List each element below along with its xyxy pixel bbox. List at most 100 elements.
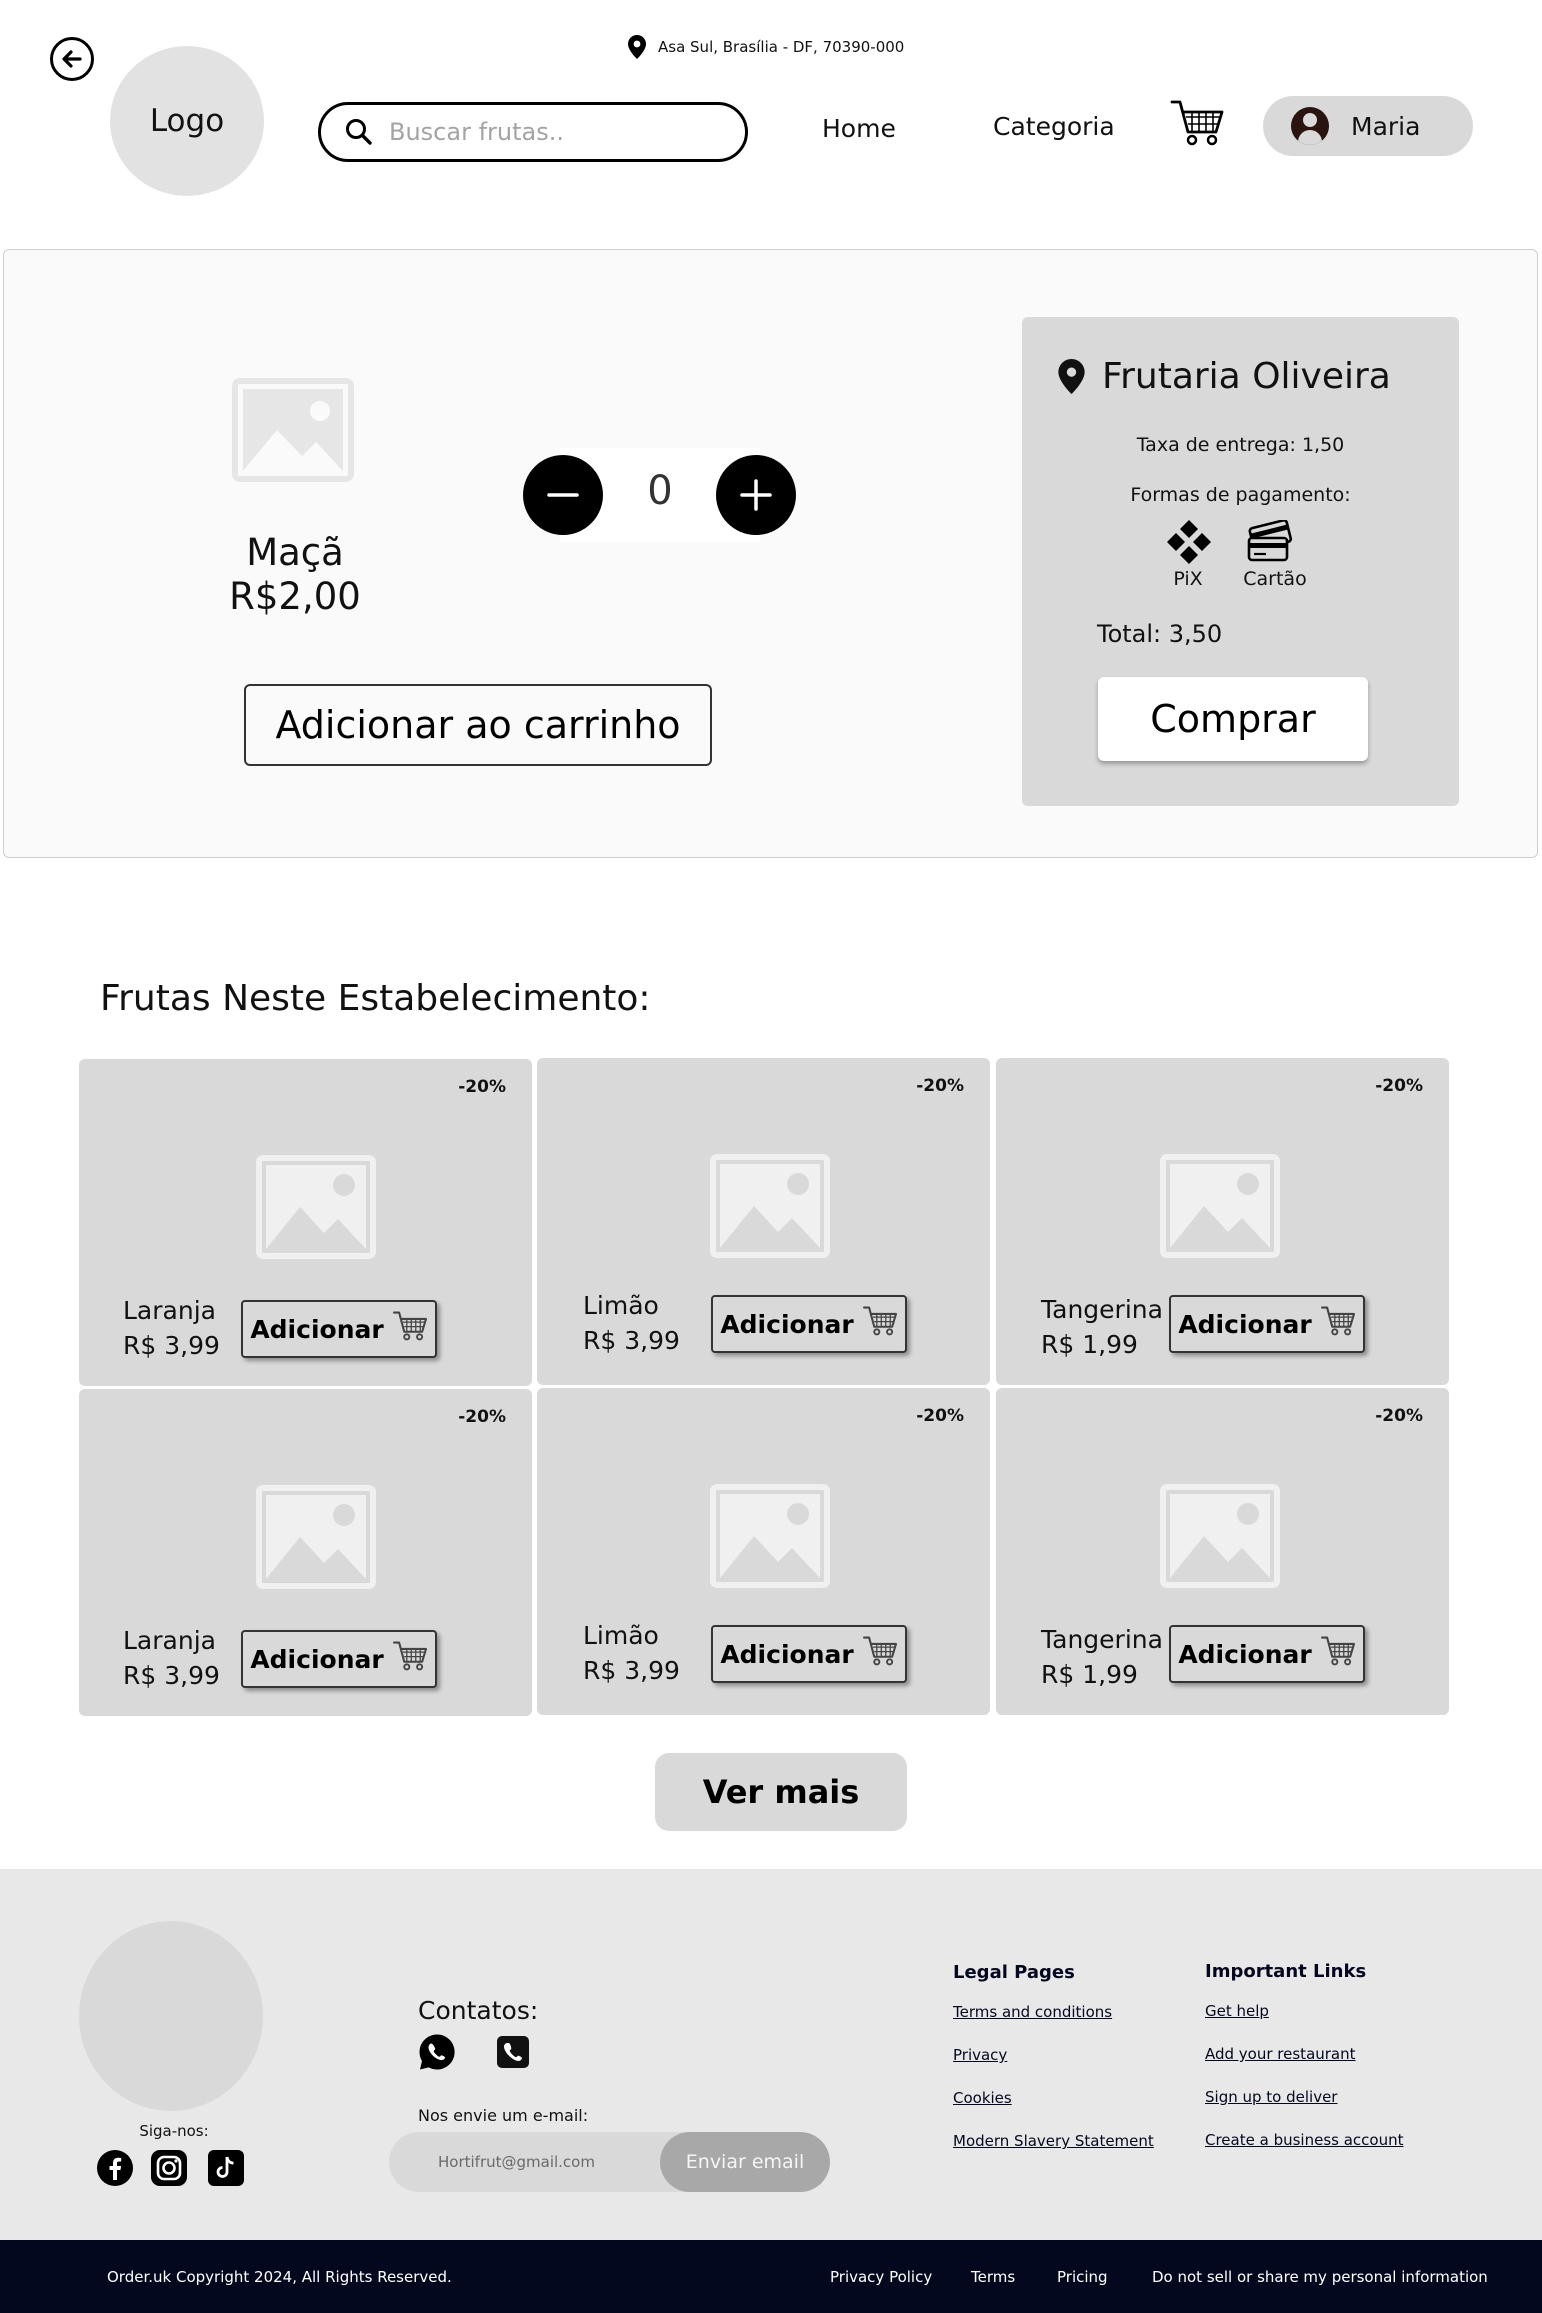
add-fruit-label: Adicionar: [720, 1309, 854, 1339]
discount-badge: -20%: [916, 1076, 964, 1096]
see-more-button[interactable]: Ver mais: [655, 1753, 907, 1831]
fruit-name: Limão: [583, 1291, 659, 1320]
shopping-cart-icon[interactable]: [1170, 98, 1224, 148]
delivery-location: Asa Sul, Brasília - DF, 70390-000: [628, 34, 904, 60]
footer-logo: [79, 1921, 263, 2111]
delivery-fee: Taxa de entrega: 1,50: [1136, 434, 1345, 456]
minus-icon: [547, 493, 579, 497]
fruit-image-placeholder-icon: [1160, 1484, 1280, 1588]
discount-badge: -20%: [1375, 1076, 1423, 1096]
fruit-price: R$ 1,99: [1041, 1330, 1138, 1359]
shopping-cart-icon: [1320, 1635, 1356, 1673]
nav-category-link[interactable]: Categoria: [993, 112, 1115, 141]
add-fruit-button[interactable]: Adicionar: [711, 1625, 907, 1683]
back-arrow-icon[interactable]: [50, 37, 94, 81]
fruit-card[interactable]: -20% Tangerina R$ 1,99 Adicionar: [996, 1388, 1449, 1715]
fruit-price: R$ 1,99: [1041, 1660, 1138, 1689]
search-icon: [346, 119, 372, 145]
user-menu-button[interactable]: Maria: [1263, 96, 1473, 156]
fruit-name: Tangerina: [1041, 1295, 1163, 1324]
bottom-link-pricing[interactable]: Pricing: [1057, 2268, 1108, 2286]
product-image-placeholder-icon: [232, 378, 354, 482]
shopping-cart-icon: [392, 1640, 428, 1678]
fruit-image-placeholder-icon: [710, 1154, 830, 1258]
logo[interactable]: Logo: [110, 46, 264, 196]
fruit-card[interactable]: -20% Tangerina R$ 1,99 Adicionar: [996, 1058, 1449, 1385]
product-price: R$2,00: [229, 575, 361, 618]
fruit-card[interactable]: -20% Laranja R$ 3,99 Adicionar: [79, 1389, 532, 1716]
payment-methods-title: Formas de pagamento:: [1130, 484, 1351, 506]
add-fruit-button[interactable]: Adicionar: [1169, 1295, 1365, 1353]
search-bar[interactable]: [318, 102, 748, 162]
add-fruit-label: Adicionar: [250, 1314, 384, 1344]
contacts-title: Contatos:: [418, 1996, 539, 2025]
fruit-image-placeholder-icon: [256, 1155, 376, 1259]
add-fruit-button[interactable]: Adicionar: [241, 1300, 437, 1358]
add-fruit-button[interactable]: Adicionar: [711, 1295, 907, 1353]
important-link-business-account[interactable]: Create a business account: [1205, 2131, 1403, 2149]
fruit-name: Laranja: [123, 1296, 216, 1325]
order-total: Total: 3,50: [1097, 620, 1223, 648]
discount-badge: -20%: [916, 1406, 964, 1426]
add-to-cart-button[interactable]: Adicionar ao carrinho: [244, 684, 712, 766]
copyright-text: Order.uk Copyright 2024, All Rights Rese…: [107, 2268, 452, 2286]
shopping-cart-icon: [1320, 1305, 1356, 1343]
legal-link-terms[interactable]: Terms and conditions: [953, 2003, 1112, 2021]
fruit-name: Tangerina: [1041, 1625, 1163, 1654]
important-link-sign-up-deliver[interactable]: Sign up to deliver: [1205, 2088, 1337, 2106]
bottom-bar: Order.uk Copyright 2024, All Rights Rese…: [0, 2240, 1542, 2313]
fruit-price: R$ 3,99: [583, 1326, 680, 1355]
important-links-title: Important Links: [1205, 1961, 1367, 1982]
discount-badge: -20%: [1375, 1406, 1423, 1426]
fruit-card[interactable]: -20% Laranja R$ 3,99 Adicionar: [79, 1059, 532, 1386]
bottom-link-do-not-sell[interactable]: Do not sell or share my personal informa…: [1152, 2268, 1488, 2286]
decrease-quantity-button[interactable]: [523, 455, 603, 535]
fruit-price: R$ 3,99: [583, 1656, 680, 1685]
email-prompt: Nos envie um e-mail:: [418, 2106, 589, 2125]
email-field[interactable]: [420, 2146, 660, 2178]
fruit-card[interactable]: -20% Limão R$ 3,99 Adicionar: [537, 1058, 990, 1385]
add-fruit-button[interactable]: Adicionar: [1169, 1625, 1365, 1683]
increase-quantity-button[interactable]: [716, 455, 796, 535]
discount-badge: -20%: [458, 1077, 506, 1097]
map-pin-icon: [1058, 359, 1085, 394]
bottom-link-terms[interactable]: Terms: [971, 2268, 1015, 2286]
nav-home-link[interactable]: Home: [822, 114, 896, 143]
tiktok-icon[interactable]: [207, 2149, 245, 2187]
follow-us-label: Siga-nos:: [139, 2122, 209, 2140]
fruit-name: Limão: [583, 1621, 659, 1650]
add-fruit-label: Adicionar: [250, 1644, 384, 1674]
send-email-button[interactable]: Enviar email: [660, 2132, 830, 2192]
phone-icon[interactable]: [497, 2036, 529, 2068]
search-input[interactable]: [389, 118, 709, 146]
fruit-image-placeholder-icon: [1160, 1154, 1280, 1258]
add-fruit-label: Adicionar: [1178, 1309, 1312, 1339]
legal-link-cookies[interactable]: Cookies: [953, 2089, 1012, 2107]
instagram-icon[interactable]: [150, 2149, 188, 2187]
facebook-icon[interactable]: [96, 2149, 134, 2187]
add-fruit-label: Adicionar: [1178, 1639, 1312, 1669]
shopping-cart-icon: [862, 1635, 898, 1673]
plus-icon: [740, 479, 772, 511]
fruit-image-placeholder-icon: [710, 1484, 830, 1588]
location-text: Asa Sul, Brasília - DF, 70390-000: [658, 38, 905, 56]
legal-link-modern-slavery[interactable]: Modern Slavery Statement: [953, 2132, 1154, 2150]
whatsapp-icon[interactable]: [418, 2033, 456, 2071]
legal-pages-title: Legal Pages: [953, 1962, 1075, 1983]
payment-method-pix: PiX: [1173, 568, 1203, 590]
legal-link-privacy[interactable]: Privacy: [953, 2046, 1007, 2064]
fruit-price: R$ 3,99: [123, 1661, 220, 1690]
section-title: Frutas Neste Estabelecimento:: [100, 978, 651, 1019]
important-link-add-restaurant[interactable]: Add your restaurant: [1205, 2045, 1356, 2063]
buy-button[interactable]: Comprar: [1098, 677, 1368, 761]
store-name: Frutaria Oliveira: [1102, 356, 1391, 397]
fruit-card[interactable]: -20% Limão R$ 3,99 Adicionar: [537, 1388, 990, 1715]
important-link-get-help[interactable]: Get help: [1205, 2002, 1269, 2020]
logo-text: Logo: [149, 103, 225, 139]
bottom-link-privacy-policy[interactable]: Privacy Policy: [830, 2268, 932, 2286]
add-fruit-button[interactable]: Adicionar: [241, 1630, 437, 1688]
user-name: Maria: [1351, 111, 1421, 141]
shopping-cart-icon: [392, 1310, 428, 1348]
quantity-value: 0: [647, 468, 673, 514]
fruit-name: Laranja: [123, 1626, 216, 1655]
